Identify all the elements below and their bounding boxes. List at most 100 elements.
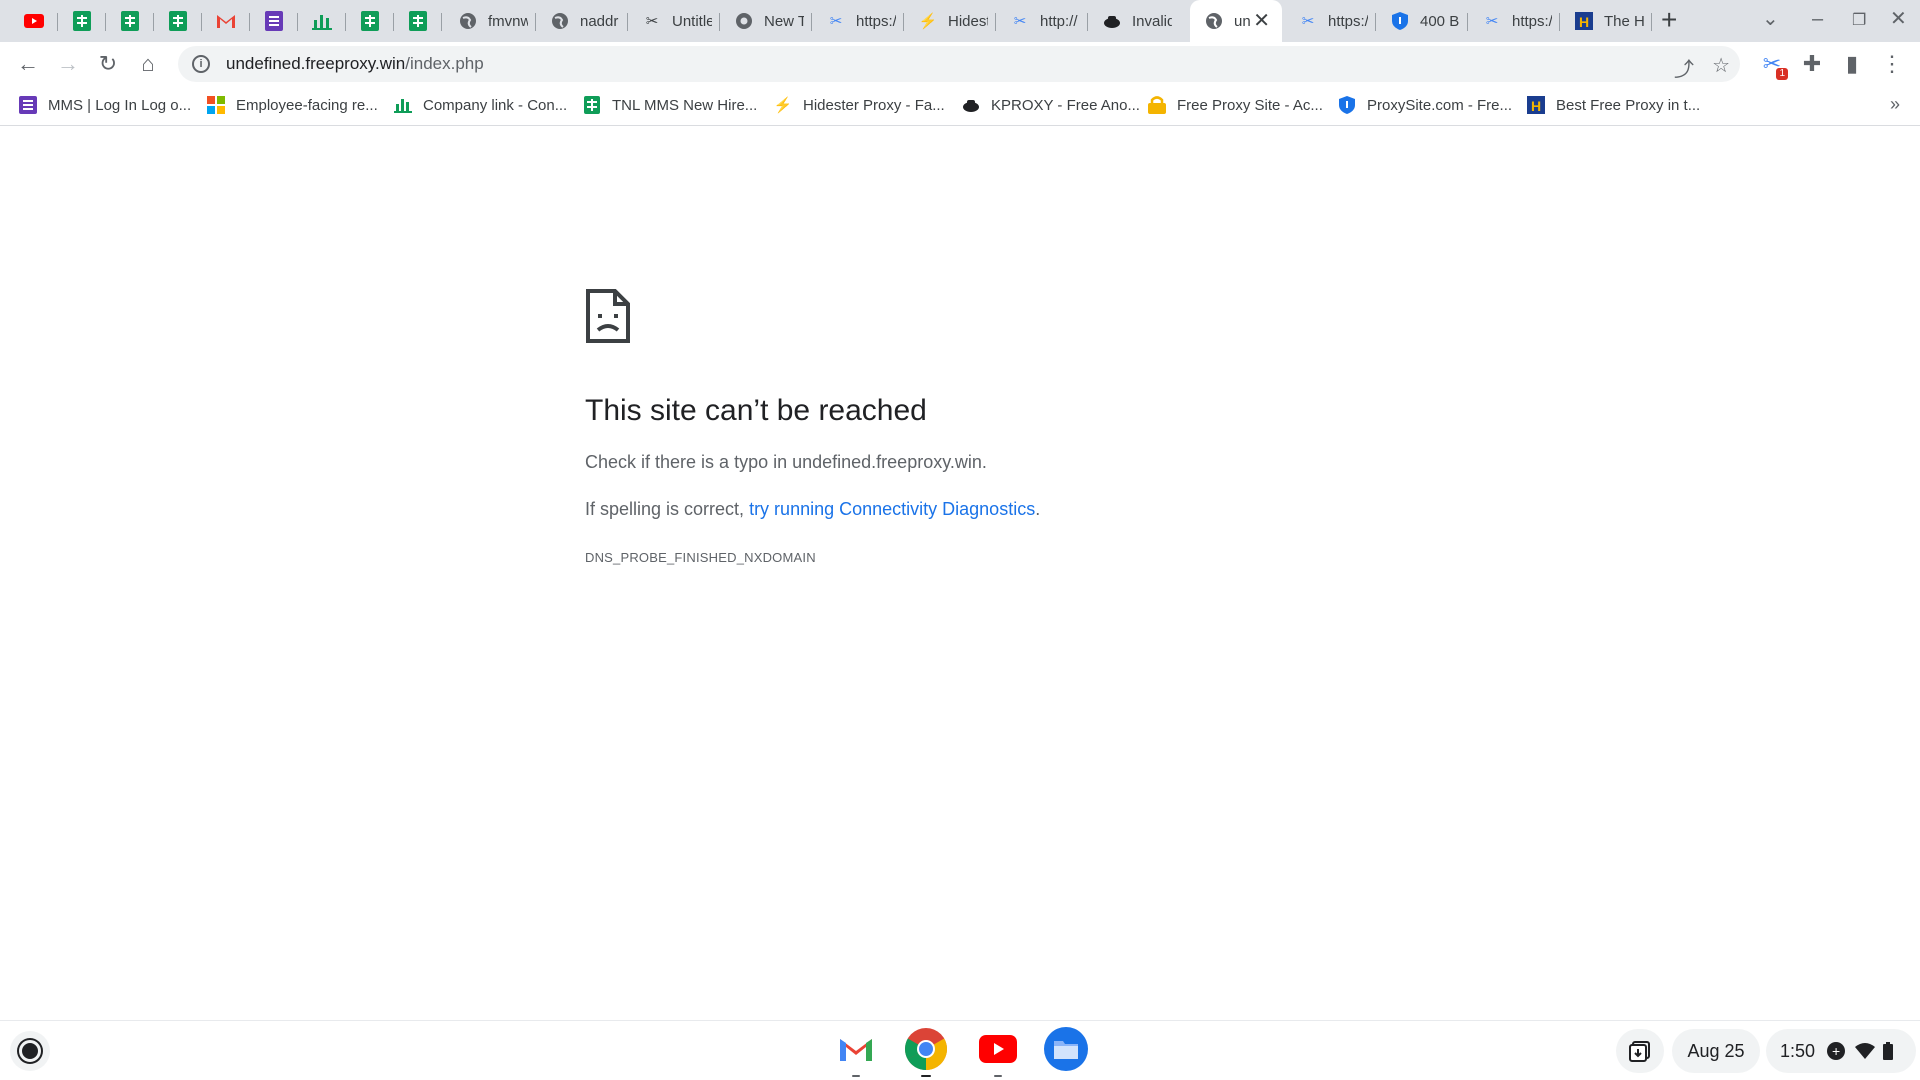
tab-title: The H xyxy=(1604,12,1644,30)
globe-icon xyxy=(550,11,570,31)
bookmark-item[interactable]: Company link - Con... xyxy=(393,95,567,115)
error-typo-hint: Check if there is a typo in undefined.fr… xyxy=(585,452,987,472)
site-info-icon[interactable]: i xyxy=(192,55,210,73)
tab-fmvnw[interactable]: fmvnw xyxy=(444,4,536,38)
tab-sheets-1[interactable] xyxy=(58,4,106,38)
url-text[interactable]: undefined.freeproxy.win/index.php xyxy=(226,54,484,74)
bookmark-item[interactable]: Free Proxy Site - Ac... xyxy=(1147,95,1323,115)
restore-icon[interactable]: ❐ xyxy=(1852,10,1866,30)
bookmark-label: ProxySite.com - Fre... xyxy=(1367,96,1513,114)
chart-icon xyxy=(312,11,332,31)
bookmark-item[interactable]: ⚡ Hidester Proxy - Fa... xyxy=(773,95,945,115)
microsoft-icon xyxy=(206,95,226,115)
tab-untitled[interactable]: ✂ Untitle xyxy=(628,4,720,38)
date-tray[interactable]: Aug 25 xyxy=(1672,1029,1760,1073)
tab-sheets-2[interactable] xyxy=(106,4,154,38)
bookmark-label: Employee-facing re... xyxy=(236,96,378,114)
bookmark-label: Hidester Proxy - Fa... xyxy=(803,96,945,114)
bookmark-item[interactable]: Employee-facing re... xyxy=(206,95,378,115)
menu-kebab-icon[interactable]: ⋮ xyxy=(1878,50,1906,78)
shield-icon xyxy=(1390,11,1410,31)
bookmark-item[interactable]: MMS | Log In Log o... xyxy=(18,95,191,115)
battery-icon xyxy=(1883,1042,1894,1060)
close-tab-icon[interactable]: ✕ xyxy=(1253,8,1270,33)
hidester-icon: ⚡ xyxy=(918,13,938,30)
sheets-icon xyxy=(360,11,380,31)
close-window-icon[interactable]: ✕ xyxy=(1890,6,1907,31)
reload-icon[interactable]: ↻ xyxy=(94,50,122,78)
error-diagnostics-prefix: If spelling is correct, xyxy=(585,499,750,519)
bookmark-item[interactable]: KPROXY - Free Ano... xyxy=(961,95,1140,115)
chrome-app-icon[interactable] xyxy=(904,1027,948,1077)
tab-forms[interactable] xyxy=(250,4,298,38)
sad-page-icon xyxy=(585,288,631,344)
tab-title: naddr xyxy=(580,12,619,30)
scissors-icon: ✂ xyxy=(645,13,659,30)
bookmark-star-icon[interactable]: ☆ xyxy=(1712,53,1730,78)
h-icon: H xyxy=(1526,95,1546,115)
side-panel-icon[interactable]: ▮ xyxy=(1838,50,1866,78)
tab-sheets-4[interactable] xyxy=(346,4,394,38)
tab-sheets-3[interactable] xyxy=(154,4,202,38)
tab-new-tab[interactable]: New T xyxy=(720,4,812,38)
scissors-icon: ✂ xyxy=(1013,13,1027,30)
youtube-app-icon[interactable] xyxy=(976,1027,1020,1077)
share-icon[interactable]: ⤴ xyxy=(1674,53,1694,82)
files-app-icon[interactable] xyxy=(1044,1027,1088,1071)
tab-gmail[interactable] xyxy=(202,4,250,38)
tab-naddr[interactable]: naddr xyxy=(536,4,628,38)
extension-badge: 1 xyxy=(1776,68,1788,80)
connectivity-diagnostics-link[interactable]: try running Connectivity Diagnostics xyxy=(749,499,1035,519)
sheets-icon xyxy=(72,11,92,31)
bookmark-label: KPROXY - Free Ano... xyxy=(991,96,1140,114)
home-icon[interactable]: ⌂ xyxy=(134,50,162,78)
bookmark-item[interactable]: ProxySite.com - Fre... xyxy=(1337,95,1512,115)
tab-chart[interactable] xyxy=(298,4,346,38)
bookmark-label: Company link - Con... xyxy=(423,96,568,114)
url-path: /index.php xyxy=(405,54,484,73)
bookmark-item[interactable]: H Best Free Proxy in t... xyxy=(1526,95,1700,115)
error-diagnostics-hint: If spelling is correct, try running Conn… xyxy=(585,499,1485,520)
scissors-icon: ✂ xyxy=(829,13,843,30)
bookmarks-overflow-icon[interactable]: » xyxy=(1890,94,1900,115)
tab-https-2[interactable]: ✂ https:/ xyxy=(1284,4,1376,38)
sheets-icon xyxy=(168,11,188,31)
new-tab-button[interactable]: + xyxy=(1661,6,1677,34)
add-circle-icon: + xyxy=(1827,1042,1846,1060)
tab-strip: fmvnw naddr ✂ Untitle New T ✂ https:/ ⚡ … xyxy=(0,0,1920,42)
tab-400[interactable]: 400 B xyxy=(1376,4,1468,38)
gmail-app-icon[interactable] xyxy=(834,1027,878,1077)
scissors-icon: ✂ xyxy=(1301,13,1315,30)
tote-icon[interactable] xyxy=(1616,1029,1664,1073)
back-arrow-icon[interactable]: ← xyxy=(14,50,42,78)
svg-text:H: H xyxy=(1531,98,1541,114)
tab-hidester[interactable]: ⚡ Hidest xyxy=(904,4,996,38)
bookmark-item[interactable]: TNL MMS New Hire... xyxy=(582,95,757,115)
forward-arrow-icon[interactable]: → xyxy=(54,50,82,78)
tab-http[interactable]: ✂ http:// xyxy=(996,4,1088,38)
tab-invalid[interactable]: Invalid xyxy=(1088,4,1180,38)
tab-the-h[interactable]: H The H xyxy=(1560,4,1652,38)
forms-icon xyxy=(18,95,38,115)
tab-search-chevron-icon[interactable]: ⌄ xyxy=(1762,6,1779,31)
extensions-puzzle-icon[interactable]: ✚ xyxy=(1798,50,1826,78)
tab-youtube[interactable] xyxy=(10,4,58,38)
tab-active-undefined[interactable]: un ✕ xyxy=(1190,0,1282,42)
bookmark-label: TNL MMS New Hire... xyxy=(612,96,758,114)
address-bar[interactable]: i undefined.freeproxy.win/index.php ⤴ ☆ xyxy=(178,46,1740,82)
tab-https-1[interactable]: ✂ https:/ xyxy=(812,4,904,38)
globe-icon xyxy=(1204,11,1224,31)
launcher-button[interactable] xyxy=(10,1031,50,1071)
minimize-icon[interactable]: – xyxy=(1812,8,1823,31)
forms-icon xyxy=(264,11,284,31)
tab-title: Invalid xyxy=(1132,12,1172,30)
scissors-extension-icon[interactable]: ✂ 1 xyxy=(1758,50,1788,80)
tab-sheets-5[interactable] xyxy=(394,4,442,38)
gmail-icon xyxy=(216,11,236,31)
tab-title: 400 B xyxy=(1420,12,1460,30)
tab-title: https:/ xyxy=(1512,12,1552,30)
tab-https-3[interactable]: ✂ https:/ xyxy=(1468,4,1560,38)
tab-title: Hidest xyxy=(948,12,988,30)
status-tray[interactable]: 1:50 + xyxy=(1766,1029,1916,1073)
tab-title: New T xyxy=(764,12,804,30)
